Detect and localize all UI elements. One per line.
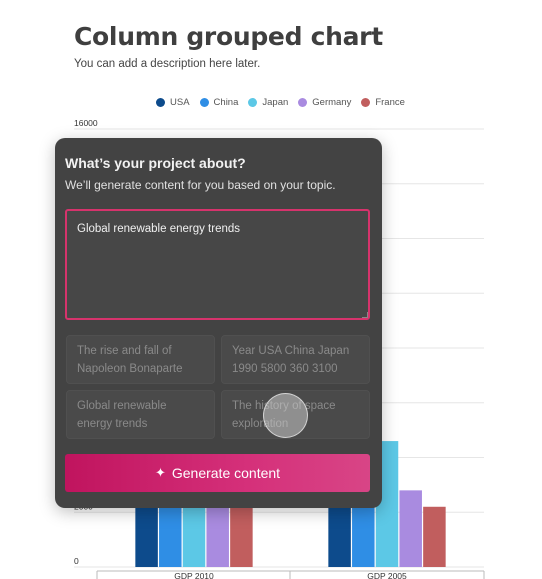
bar-china-1: [352, 504, 375, 567]
sparkle-icon: ✦: [154, 465, 166, 480]
project-topic-dialog: What’s your project about? We’ll generat…: [55, 138, 382, 508]
topic-input[interactable]: Global renewable energy trends: [65, 209, 370, 320]
suggestion-gdp-table[interactable]: Year USA China Japan 1990 5800 360 3100: [221, 335, 370, 384]
y-tick-label: 16000: [74, 118, 98, 128]
bar-france-1: [423, 506, 446, 567]
suggestion-napoleon[interactable]: The rise and fall of Napoleon Bonaparte: [66, 335, 215, 384]
generate-button-label: Generate content: [171, 465, 281, 481]
x-tick-label: GDP 2005: [367, 571, 407, 579]
suggestion-renewable-energy[interactable]: Global renewable energy trends: [66, 390, 215, 439]
y-tick-label: 0: [74, 556, 79, 566]
pointer-cursor-indicator: [263, 393, 308, 438]
dialog-title: What’s your project about?: [65, 155, 246, 171]
generate-content-button[interactable]: ✦ Generate content: [65, 454, 370, 492]
resize-grip-icon[interactable]: [362, 312, 368, 318]
bar-germany-1: [399, 490, 422, 567]
x-tick-label: GDP 2010: [174, 571, 214, 579]
dialog-subtitle: We’ll generate content for you based on …: [65, 178, 336, 192]
